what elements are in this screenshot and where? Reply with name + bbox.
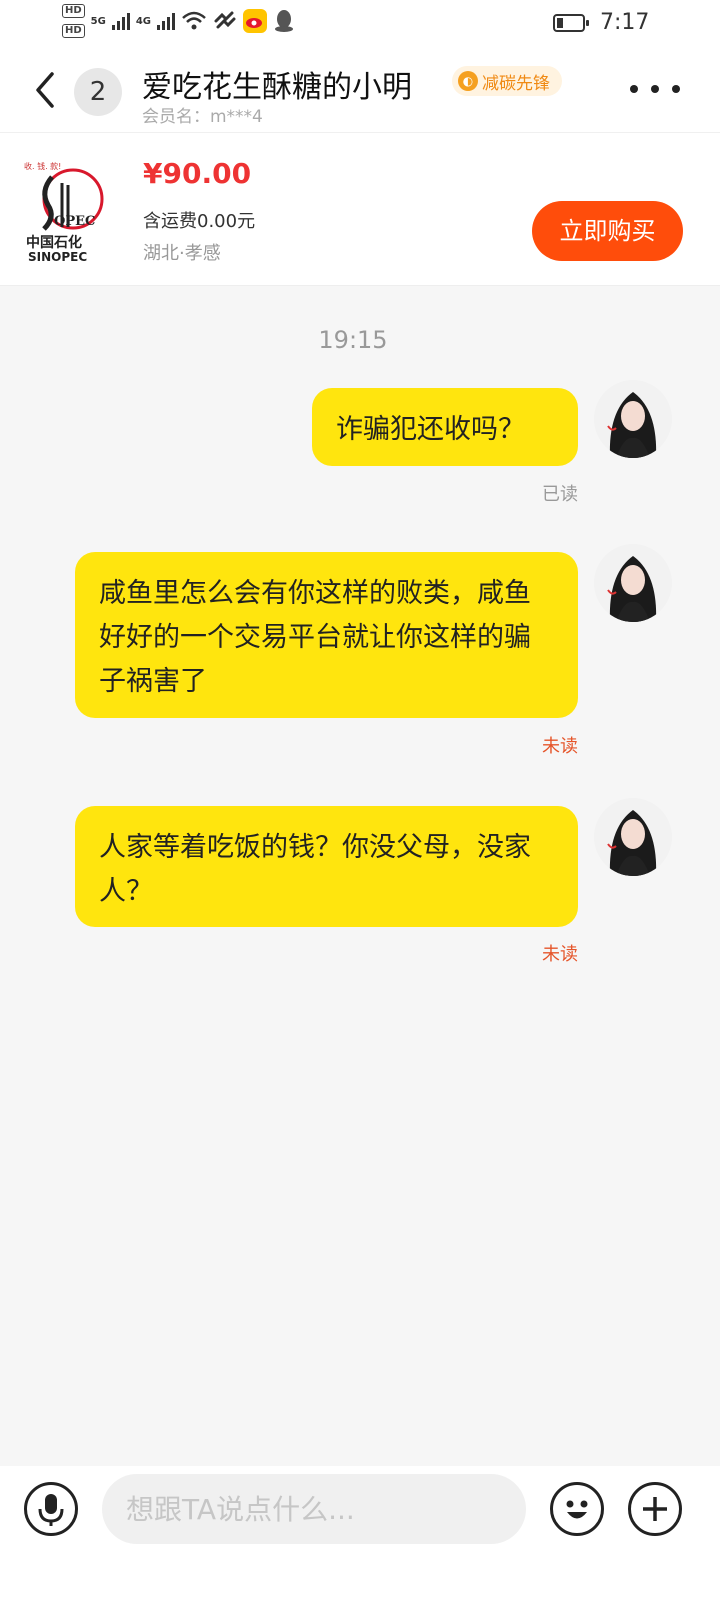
chat-header: 2 爱吃花生酥糖的小明 ◐ 减碳先锋 会员名：m***4	[0, 48, 720, 132]
more-dot	[672, 85, 680, 93]
avatar[interactable]	[594, 544, 672, 622]
read-status: 未读	[542, 944, 578, 965]
unread-count-badge[interactable]: 2	[74, 68, 122, 116]
plus-icon	[643, 1497, 667, 1521]
input-bar	[0, 1466, 720, 1600]
signal-icon-2	[157, 12, 176, 30]
carbon-badge-label: 减碳先锋	[482, 73, 550, 94]
more-dot	[651, 85, 659, 93]
network1-label: 5G	[90, 15, 106, 27]
brand-bottom-text: SINOPEC	[28, 250, 87, 264]
message-bubble[interactable]: 人家等着吃饭的钱？你没父母，没家人？	[75, 806, 578, 927]
weibo-icon	[243, 9, 268, 33]
message-bubble[interactable]: 咸鱼里怎么会有你这样的败类，咸鱼好好的一个交易平台就让你这样的骗子祸害了	[75, 552, 578, 718]
read-status: 未读	[542, 736, 578, 757]
signal-icon	[111, 12, 130, 30]
sinopec-logo-icon: 收. 钱. 款! OPEC 中国石化 SINOPEC	[24, 161, 104, 264]
qq-icon	[275, 10, 294, 32]
avatar-image	[594, 544, 672, 622]
battery-icon	[553, 14, 589, 32]
avatar-image	[594, 798, 672, 876]
more-actions-button[interactable]	[628, 1482, 682, 1536]
status-bar-left: HD HD 5G 4G	[62, 4, 295, 38]
microphone-icon	[38, 1494, 64, 1526]
product-card[interactable]: 收. 钱. 款! OPEC 中国石化 SINOPEC ¥90.00 含运费0.0…	[0, 132, 720, 286]
avatar-image	[594, 380, 672, 458]
smile-icon	[566, 1500, 588, 1519]
avatar[interactable]	[594, 380, 672, 458]
shipping-fee: 含运费0.00元	[143, 211, 256, 232]
leaf-icon: ◐	[458, 71, 478, 91]
sim1-badge: HD	[62, 4, 85, 18]
heart-rate-icon	[214, 11, 236, 29]
wifi-icon	[182, 11, 206, 30]
read-status: 已读	[542, 484, 578, 505]
contact-name[interactable]: 爱吃花生酥糖的小明	[142, 62, 412, 106]
avatar[interactable]	[594, 798, 672, 876]
chevron-left-icon	[36, 72, 54, 108]
seller-location: 湖北·孝感	[143, 243, 221, 264]
message-bubble[interactable]: 诈骗犯还收吗？	[312, 388, 578, 466]
svg-text:收. 钱. 款!: 收. 钱. 款!	[24, 161, 61, 171]
back-button[interactable]	[30, 70, 66, 110]
svg-text:OPEC: OPEC	[54, 214, 95, 229]
emoji-button[interactable]	[550, 1482, 604, 1536]
product-price: ¥90.00	[143, 157, 252, 190]
sim2-badge: HD	[62, 24, 85, 38]
status-bar: HD HD 5G 4G 7:17	[0, 0, 720, 48]
buy-now-button[interactable]: 立即购买	[532, 201, 683, 261]
product-thumbnail[interactable]: 收. 钱. 款! OPEC 中国石化 SINOPEC	[18, 155, 108, 267]
clock: 7:17	[600, 10, 650, 35]
brand-top-text: 中国石化	[26, 234, 82, 251]
chat-timestamp: 19:15	[318, 326, 388, 354]
member-name: 会员名：m***4	[142, 107, 263, 127]
carbon-badge[interactable]: ◐ 减碳先锋	[452, 66, 562, 96]
message-input[interactable]	[102, 1474, 526, 1544]
voice-button[interactable]	[24, 1482, 78, 1536]
more-dot	[630, 85, 638, 93]
chat-area[interactable]: 19:15 诈骗犯还收吗？ 已读 咸鱼里怎么会有你这样的败类，咸鱼好好的一个交易…	[0, 284, 720, 1466]
more-button[interactable]	[630, 74, 680, 104]
network2-label: 4G	[135, 15, 152, 27]
